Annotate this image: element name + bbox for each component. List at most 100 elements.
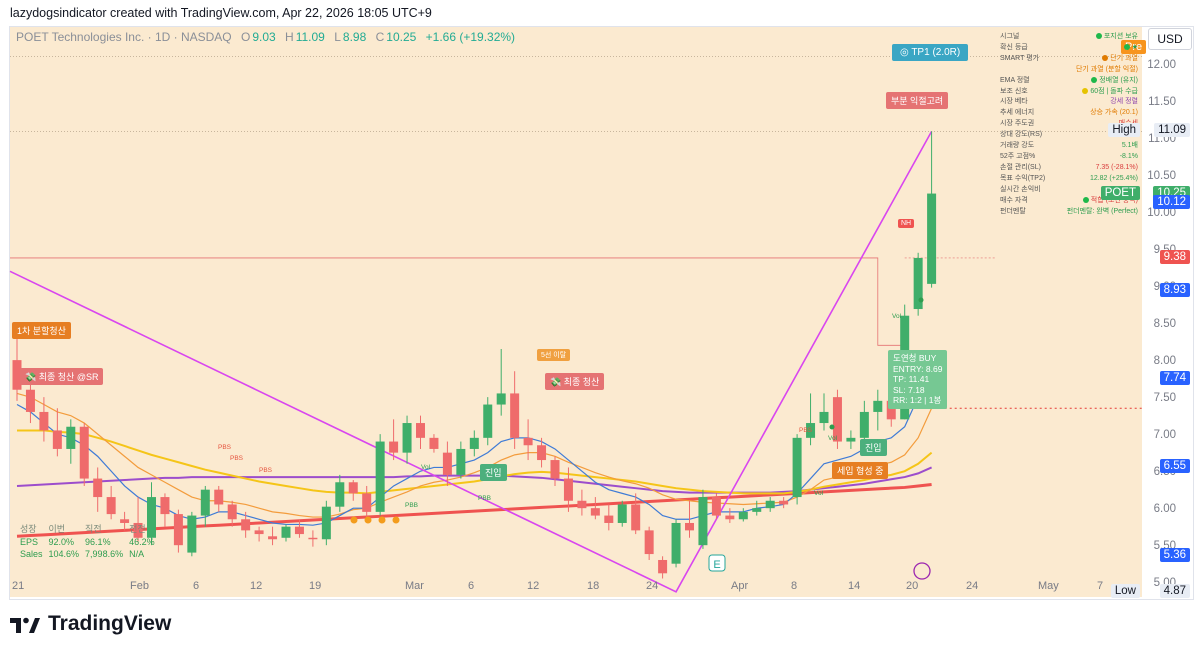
price-label-tag: POET xyxy=(1100,185,1140,200)
candle-body xyxy=(93,478,103,498)
candle-body xyxy=(658,559,668,574)
candle-body xyxy=(496,393,506,405)
candle-body xyxy=(644,530,654,555)
entry-tag-1: 진입 xyxy=(480,464,507,481)
candle-body xyxy=(631,504,641,531)
time-axis-label: Apr xyxy=(731,580,749,592)
panel-value: 7.35 (-28.1%) xyxy=(1095,163,1138,171)
panel-value: 단기 과열 (분할 익절) xyxy=(1075,65,1138,73)
vol-label: Vol xyxy=(814,490,824,497)
panel-value: 강세 정렬 xyxy=(1110,98,1138,106)
price-label: 5.36 xyxy=(1159,547,1190,562)
money-icon: 💸 xyxy=(550,377,564,387)
candle-body xyxy=(187,515,197,553)
currency-button[interactable]: USD xyxy=(1148,28,1192,50)
tradingview-logo[interactable]: TradingView xyxy=(10,612,171,636)
candle-body xyxy=(375,441,385,512)
entry-tag-2: 진입 xyxy=(860,439,887,456)
panel-label: 52주 고점% xyxy=(1000,152,1036,160)
candle-body xyxy=(106,497,116,515)
signal-dot xyxy=(392,516,400,524)
eps-header: 성장 xyxy=(20,524,37,534)
vol-label: Vol xyxy=(892,313,902,320)
build-up-tag: 세입 형성 중 xyxy=(832,462,889,479)
eps-cell: 92.0% xyxy=(48,537,75,547)
panel-value: 펀더멘탈: 완벽 (Perfect) xyxy=(1066,207,1138,215)
candle-body xyxy=(294,526,304,535)
candle-up xyxy=(375,434,385,516)
pbs-label: PBS xyxy=(799,427,813,434)
price-label-tag: Low xyxy=(1110,583,1140,598)
time-axis-label: 21 xyxy=(12,580,25,592)
panel-row: 시그널 포지션 보유 xyxy=(1000,32,1138,43)
panel-label: 보조 신호 xyxy=(1000,87,1028,95)
candle-down xyxy=(711,493,721,520)
panel-row: 보조 신호 60점 | 돌파 수급 xyxy=(1000,87,1138,98)
time-axis-label: 12 xyxy=(250,580,263,592)
status-dot-icon xyxy=(1082,196,1089,203)
candle-body xyxy=(348,482,358,494)
eps-cell: Sales xyxy=(20,549,43,559)
candle-body xyxy=(779,500,789,505)
signal-line: 도연청 BUY xyxy=(893,353,937,363)
candle-body xyxy=(241,519,251,531)
eps-cell: 7,998.6% xyxy=(85,549,124,559)
candle-body xyxy=(577,500,587,509)
time-axis-label: 7 xyxy=(1097,580,1104,592)
candle-body xyxy=(738,511,748,520)
candle-body xyxy=(389,441,399,453)
candle-up xyxy=(321,500,331,546)
panel-label: 거래량 강도 xyxy=(1000,142,1035,150)
time-axis-label: 8 xyxy=(791,580,798,592)
y-tick-label: 7.50 xyxy=(1154,392,1176,404)
chart-background xyxy=(10,27,1142,597)
candle-body xyxy=(456,448,466,475)
status-dot-icon xyxy=(1095,33,1102,40)
candle-body xyxy=(416,423,425,438)
candle-body xyxy=(79,426,89,479)
buy-signal-box: 도연청 BUY ENTRY: 8.69 TP: 11.41 SL: 7.18 RR: 1… xyxy=(888,350,948,409)
candle-body xyxy=(160,497,170,515)
time-axis-label: 18 xyxy=(587,580,600,592)
time-axis-label: 6 xyxy=(468,580,475,592)
candle-body xyxy=(725,515,735,520)
panel-label: 시그널 xyxy=(1000,33,1020,40)
candle-body xyxy=(469,437,479,449)
status-dot-icon xyxy=(1123,44,1130,51)
panel-row: 손절 관리(SL) 7.35 (-28.1%) xyxy=(1000,163,1138,174)
candle-body xyxy=(200,489,210,516)
volume-dot xyxy=(829,424,835,430)
symbol-name[interactable]: POET Technologies Inc. · 1D · NASDAQ xyxy=(16,30,232,44)
panel-value: 5.1배 xyxy=(1121,142,1138,150)
earnings-icon-letter: E xyxy=(713,559,720,571)
close-value: 10.25 xyxy=(386,30,417,44)
panel-row: 52주 고점% -8.1% xyxy=(1000,152,1138,163)
panel-label: 확신 등급 xyxy=(1000,43,1028,51)
signal-line: SL: 7.18 xyxy=(893,384,925,395)
panel-row: 추세 에너지 상승 가속 (20.1) xyxy=(1000,108,1138,119)
candle-body xyxy=(846,437,856,442)
time-axis-label: 12 xyxy=(527,580,540,592)
status-dot-icon xyxy=(1102,54,1109,61)
candle-body xyxy=(604,515,614,523)
candle-body xyxy=(873,400,883,412)
price-label: 4.87 xyxy=(1159,583,1190,598)
candle-up xyxy=(187,511,197,557)
new-high-tag: NH xyxy=(898,219,915,228)
candle-body xyxy=(671,522,681,564)
candle-up xyxy=(671,519,681,568)
candle-body xyxy=(227,504,237,520)
time-axis-label: Mar xyxy=(405,580,424,592)
candle-body xyxy=(52,430,62,449)
first-split-tag: 1차 분할청산 xyxy=(12,322,71,339)
time-axis-label: May xyxy=(1038,580,1059,592)
signal-line: ENTRY: 8.69 xyxy=(893,363,943,374)
candle-body xyxy=(859,411,869,438)
candle-up xyxy=(698,489,708,549)
eps-cell: N/A xyxy=(129,549,145,559)
signal-dot xyxy=(364,516,372,524)
panel-label: EMA 정렬 xyxy=(1000,76,1030,84)
panel-label: 상대 강도(RS) xyxy=(1000,131,1043,139)
eps-header: 이번 xyxy=(48,524,66,534)
change-value: +1.66 (+19.32%) xyxy=(425,30,516,44)
